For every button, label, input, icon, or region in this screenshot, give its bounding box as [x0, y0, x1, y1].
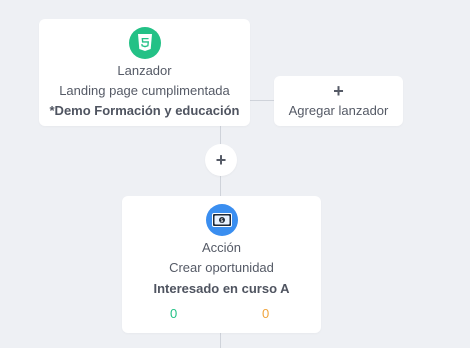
trigger-name: *Demo Formación y educación [49, 103, 240, 118]
plus-icon: + [333, 81, 344, 101]
connector-line [220, 176, 221, 196]
warning-count: 0 [262, 306, 270, 321]
action-description: Crear oportunidad [169, 260, 274, 275]
money-icon: $ [205, 204, 238, 236]
connector-line [220, 333, 221, 348]
action-name: Interesado en curso A [153, 281, 290, 296]
action-card[interactable]: $ Acción Crear oportunidad Interesado en… [122, 196, 321, 333]
connector-line [220, 126, 221, 146]
html5-icon [128, 27, 161, 59]
svg-text:$: $ [220, 218, 223, 224]
action-title: Acción [201, 240, 242, 255]
add-trigger-label: Agregar lanzador [288, 103, 389, 118]
trigger-description: Landing page cumplimentada [59, 83, 230, 98]
add-trigger-button[interactable]: + Agregar lanzador [274, 76, 403, 126]
trigger-card[interactable]: Lanzador Landing page cumplimentada *Dem… [39, 19, 250, 126]
trigger-title: Lanzador [117, 63, 172, 78]
plus-icon: + [215, 150, 227, 170]
success-count: 0 [170, 306, 178, 321]
connector-line [250, 100, 274, 101]
add-step-button[interactable]: + [205, 144, 237, 176]
